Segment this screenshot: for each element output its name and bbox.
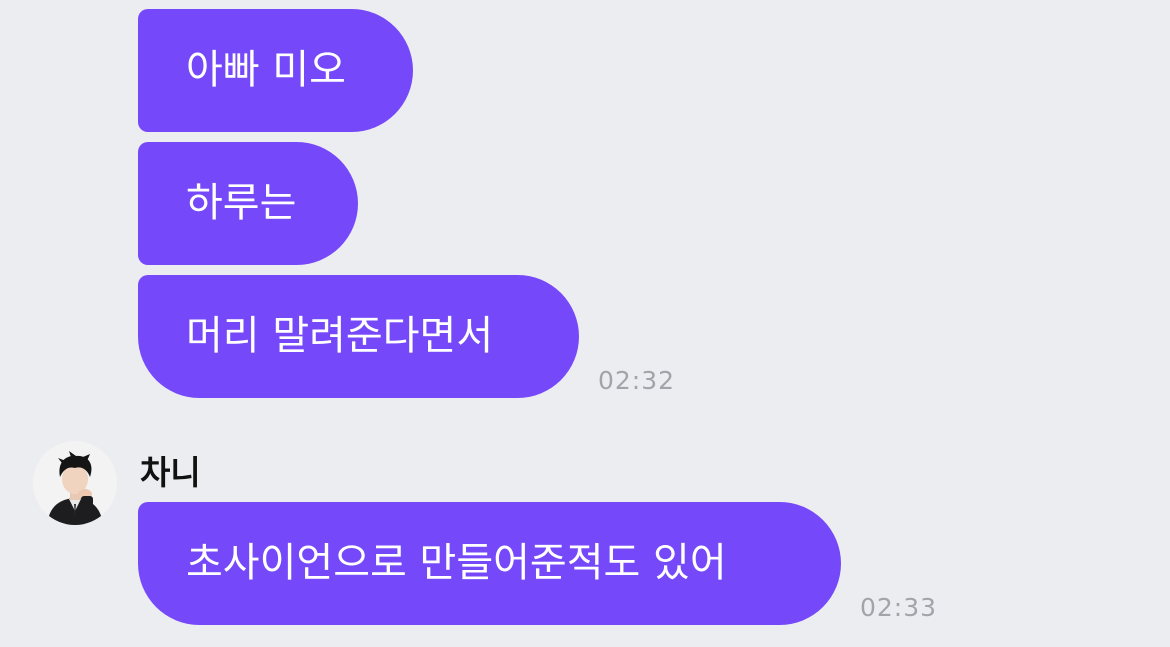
chat-thread: 아빠 미오 하루는 머리 말려준다면서 02:32 차니 초사이언으로 만들어준… bbox=[0, 0, 1170, 647]
message-bubble[interactable]: 아빠 미오 bbox=[138, 9, 413, 132]
message-timestamp: 02:32 bbox=[598, 366, 676, 395]
sender-name: 차니 bbox=[140, 453, 201, 492]
avatar-photo bbox=[33, 441, 117, 525]
message-bubble[interactable]: 하루는 bbox=[138, 142, 358, 265]
message-bubble[interactable]: 머리 말려준다면서 bbox=[138, 275, 579, 398]
message-bubble[interactable]: 초사이언으로 만들어준적도 있어 bbox=[138, 502, 841, 625]
person-avatar-icon[interactable] bbox=[33, 441, 117, 525]
message-timestamp: 02:33 bbox=[860, 593, 938, 622]
